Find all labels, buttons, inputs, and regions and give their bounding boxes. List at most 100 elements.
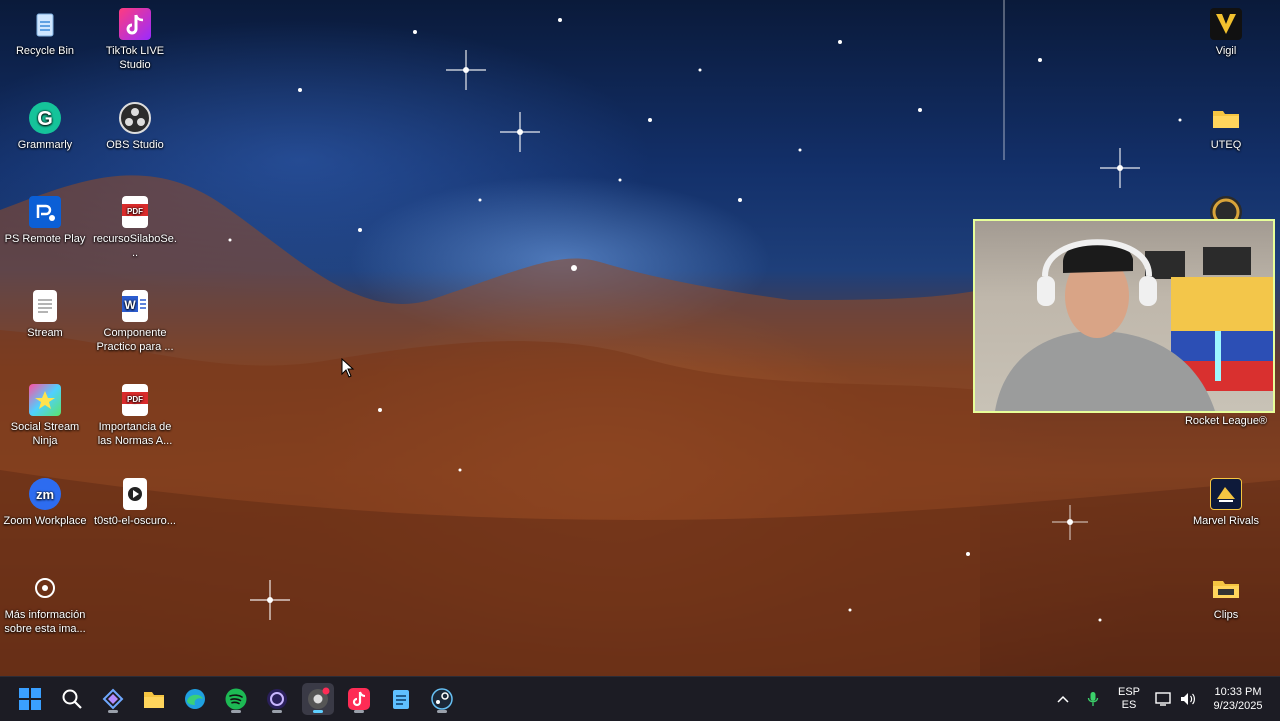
desktop-icon-label: Componente Practico para ... [96,327,174,353]
desktop-icon-clips[interactable]: Clips [1181,568,1271,622]
desktop-icon-obs-studio[interactable]: OBS Studio [90,98,180,152]
desktop-icon-label: Más información sobre esta ima... [4,609,86,635]
text-file-icon [33,290,57,322]
obs-app-icon [267,689,287,709]
keyboard-layout-code: ES [1121,699,1137,711]
tiktok-live-icon [119,8,151,40]
desktop-icon-importancia-normas[interactable]: PDF Importancia de las Normas A... [90,380,180,448]
clock-date: 9/23/2025 [1213,700,1263,712]
network-tray-button[interactable] [1152,677,1176,721]
taskbar-chrome-dev[interactable] [302,683,334,715]
taskbar-steam[interactable] [426,683,458,715]
volume-tray-button[interactable] [1176,677,1200,721]
svg-text:PDF: PDF [127,207,143,216]
language-code: ESP [1117,686,1140,698]
desktop-icon-t0st0-video[interactable]: t0st0-el-oscuro... [90,474,180,528]
social-stream-icon [29,384,61,416]
desktop-icon-label: Importancia de las Normas A... [97,421,173,447]
desktop-icon-label: TikTok LIVE Studio [105,45,165,71]
file-explorer-icon [144,692,164,708]
svg-text:PDF: PDF [127,395,143,404]
desktop-icon-ps-remote-play[interactable]: PS Remote Play [0,192,90,246]
desktop-icon-recurso-silabo[interactable]: PDF recursoSilaboSe... [90,192,180,260]
zoom-icon: zm [29,478,61,510]
chrome-dev-icon [308,687,330,709]
vigil-icon [1210,8,1242,40]
desktop-icon-tiktok-live-studio[interactable]: TikTok LIVE Studio [90,4,180,72]
clock[interactable]: 10:33 PM 9/23/2025 [1200,677,1276,721]
desktop-icon-stream[interactable]: Stream [0,286,90,340]
desktop-icon-grammarly[interactable]: G Grammarly [0,98,90,152]
desktop-icon-label: Recycle Bin [15,45,75,57]
desktop-icon-vigil[interactable]: Vigil [1181,4,1271,58]
desktop-icon-label: Clips [1213,609,1239,621]
desktop-icon-label: Marvel Rivals [1192,515,1259,527]
taskbar-edge[interactable] [179,683,211,715]
taskbar-app-diamond[interactable] [97,683,129,715]
folder-icon [1210,572,1242,604]
svg-text:W: W [124,298,136,312]
network-icon [1155,692,1171,706]
running-indicator [231,710,241,713]
obs-icon [119,102,151,134]
running-indicator [437,710,447,713]
chevron-up-icon [1057,695,1069,703]
steam-icon [431,688,453,710]
pdf-icon: PDF [122,384,148,416]
ps-remote-play-icon [29,196,61,228]
clock-time: 10:33 PM [1214,686,1262,698]
edge-icon [185,689,205,709]
tiktok-icon [348,688,370,710]
desktop-icon-label: Social Stream Ninja [10,421,80,447]
microphone-icon [1087,692,1099,706]
mouse-cursor-icon [341,358,355,378]
desktop-icon-label: Rocket League® [1184,415,1268,427]
desktop-icon-recycle-bin[interactable]: Recycle Bin [0,4,90,58]
desktop-icon-label: Vigil [1215,45,1237,57]
search-icon [62,689,82,709]
desktop-icon-label: recursoSilaboSe... [93,233,177,259]
word-icon: W [122,290,148,322]
running-indicator [272,710,282,713]
running-indicator [313,710,323,713]
desktop-icon-zoom-workplace[interactable]: zm Zoom Workplace [0,474,90,528]
running-indicator [354,710,364,713]
desktop-icon-label: Zoom Workplace [3,515,87,527]
taskbar-notepad[interactable] [385,683,417,715]
recycle-bin-icon [29,8,61,40]
app-diamond-icon [102,688,124,710]
spotify-icon [225,688,247,710]
language-indicator[interactable]: ESP ES [1110,677,1148,721]
search-button[interactable] [56,683,88,715]
taskbar-spotify[interactable] [220,683,252,715]
desktop-icon-social-stream-ninja[interactable]: Social Stream Ninja [0,380,90,448]
desktop-icon-label: OBS Studio [106,139,164,151]
desktop-icon-uteq[interactable]: UTEQ [1181,98,1271,152]
desktop-icon-mas-informacion[interactable]: Más información sobre esta ima... [0,568,90,636]
camera-info-icon [29,572,61,604]
video-file-icon [123,478,147,510]
webcam-overlay [973,219,1275,413]
taskbar-file-explorer[interactable] [138,683,170,715]
desktop-icon-componente-practico[interactable]: W Componente Practico para ... [90,286,180,354]
webcam-person-illustration [995,239,1273,411]
microphone-tray-button[interactable] [1082,677,1104,721]
svg-text:G: G [37,108,53,130]
taskbar-obs[interactable] [261,683,293,715]
marvel-rivals-icon [1210,478,1242,510]
running-indicator [108,710,118,713]
volume-icon [1181,693,1195,705]
svg-text:zm: zm [36,487,54,502]
desktop-icon-marvel-rivals[interactable]: Marvel Rivals [1181,474,1271,528]
desktop-icon-label: Grammarly [17,139,73,151]
show-hidden-icons-button[interactable] [1052,677,1074,721]
desktop-icon-label: PS Remote Play [4,233,86,245]
start-button[interactable] [14,683,46,715]
desktop-icon-rocket-league-label[interactable]: Rocket League® [1181,414,1271,428]
desktop-icon-label: Stream [27,327,63,339]
desktop-icon-label: UTEQ [1210,139,1242,151]
taskbar-tiktok[interactable] [343,683,375,715]
folder-icon [1210,102,1242,134]
desktop-icon-label: t0st0-el-oscuro... [94,515,176,527]
grammarly-icon: G [29,102,61,134]
